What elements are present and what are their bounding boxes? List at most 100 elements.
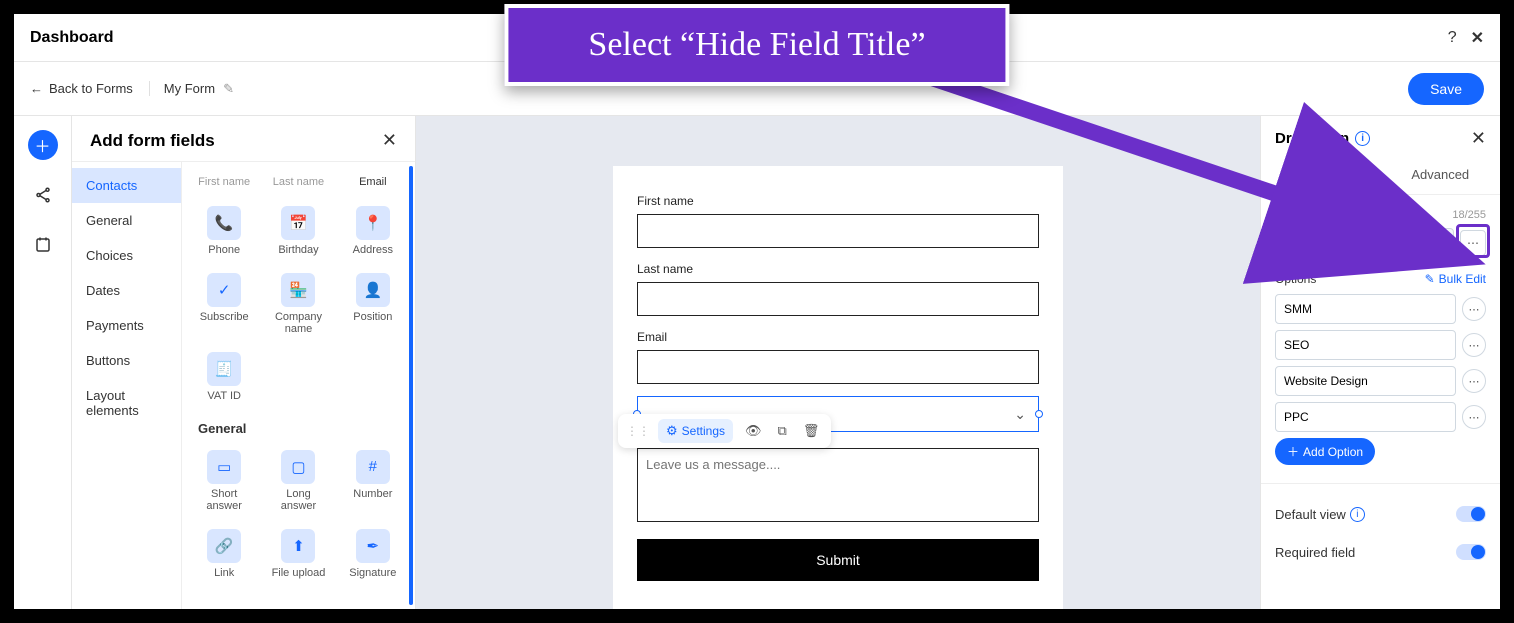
field-company[interactable]: 🏪Company name <box>266 265 330 344</box>
field-signature[interactable]: ✒ Signature <box>341 521 405 588</box>
default-view-toggle[interactable] <box>1456 506 1486 522</box>
form-canvas: First name Last name Email ⌄ Submit <box>416 116 1260 609</box>
chevron-down-icon: ⌄ <box>1014 406 1026 423</box>
submit-button[interactable]: Submit <box>637 539 1039 581</box>
section-general: General <box>192 411 405 442</box>
field-long-answer[interactable]: ▢ Long answer <box>266 442 330 521</box>
category-buttons[interactable]: Buttons <box>72 343 181 378</box>
textarea-message[interactable] <box>637 448 1039 522</box>
resize-handle-right[interactable] <box>1035 410 1043 418</box>
form-preview: First name Last name Email ⌄ Submit <box>613 166 1063 609</box>
back-label: Back to Forms <box>49 81 133 96</box>
info-icon[interactable]: i <box>1350 507 1365 522</box>
upload-icon: ⬆ <box>281 529 315 563</box>
info-icon[interactable]: i <box>1355 131 1370 146</box>
receipt-icon: 🧾 <box>207 352 241 386</box>
field-file-upload[interactable]: ⬆File upload <box>266 521 330 588</box>
check-icon: ✓ <box>207 273 241 307</box>
add-button[interactable]: ＋ <box>28 130 58 160</box>
input-last-name[interactable] <box>637 282 1039 316</box>
share-icon[interactable] <box>28 180 58 210</box>
field-label: Company name <box>268 311 328 336</box>
bulk-edit-link[interactable]: ✎ Bulk Edit <box>1425 272 1486 286</box>
info-icon[interactable]: i <box>1327 207 1342 222</box>
field-categories: Contacts General Choices Dates Payments … <box>72 162 182 609</box>
field-phone[interactable]: 📞Phone <box>192 198 256 265</box>
field-label: VAT ID <box>207 390 241 403</box>
field-title-more-button[interactable]: ⋯ <box>1460 230 1486 256</box>
save-button[interactable]: Save <box>1408 73 1484 105</box>
option-more-button[interactable]: ⋯ <box>1462 369 1486 393</box>
calendar-icon: 📅 <box>281 206 315 240</box>
add-option-label: Add Option <box>1303 445 1363 459</box>
option-more-button[interactable]: ⋯ <box>1462 333 1486 357</box>
plus-icon: ＋ <box>1287 443 1299 460</box>
drag-handle-icon[interactable]: ⋮⋮ <box>626 424 650 438</box>
options-label: Options <box>1275 272 1316 286</box>
pencil-icon[interactable]: ✎ <box>223 81 234 97</box>
category-layout[interactable]: Layout elements <box>72 378 181 428</box>
label-last-name: Last name <box>637 262 1039 276</box>
gear-icon: ⚙ <box>666 423 678 439</box>
field-label: Address <box>353 244 393 257</box>
hint-first-name: First name <box>192 166 256 198</box>
field-label: Long answer <box>268 488 328 513</box>
option-input[interactable] <box>1275 366 1456 396</box>
close-panel-icon[interactable]: ✕ <box>382 130 397 151</box>
properties-title: Dropdown i <box>1275 130 1370 147</box>
close-properties-icon[interactable]: ✕ <box>1471 128 1486 149</box>
category-payments[interactable]: Payments <box>72 308 181 343</box>
field-label: Position <box>353 311 392 324</box>
sidebar-rail: ＋ <box>14 116 72 609</box>
rect-icon: ▭ <box>207 450 241 484</box>
option-input[interactable] <box>1275 402 1456 432</box>
category-contacts[interactable]: Contacts <box>72 168 181 203</box>
hint-last-name: Last name <box>266 166 330 198</box>
element-toolbar: ⋮⋮ ⚙ Settings 👁 ⧉ 🗑 <box>618 414 831 448</box>
close-icon[interactable]: ✕ <box>1471 28 1484 48</box>
form-settings-icon[interactable] <box>28 230 58 260</box>
field-short-answer[interactable]: ▭Short answer <box>192 442 256 521</box>
duplicate-icon[interactable]: ⧉ <box>774 421 791 441</box>
option-input[interactable] <box>1275 294 1456 324</box>
hint-email: Email <box>341 166 405 198</box>
field-address[interactable]: 📍Address <box>341 198 405 265</box>
square-icon: ▢ <box>281 450 315 484</box>
field-link[interactable]: 🔗Link <box>192 521 256 588</box>
back-to-forms-link[interactable]: ← Back to Forms <box>30 81 150 96</box>
scrollbar[interactable] <box>409 166 413 605</box>
field-vatid[interactable]: 🧾 VAT ID <box>192 344 256 411</box>
field-number[interactable]: #Number <box>341 442 405 521</box>
field-label: Phone <box>208 244 240 257</box>
add-fields-panel: Add form fields ✕ Contacts General Choic… <box>72 116 416 609</box>
field-title-input[interactable] <box>1275 228 1454 258</box>
field-palette: First name Last name Email 📞Phone 📅Birth… <box>182 162 415 609</box>
option-more-button[interactable]: ⋯ <box>1462 297 1486 321</box>
default-view-label: Default view <box>1275 507 1346 522</box>
option-input[interactable] <box>1275 330 1456 360</box>
required-field-toggle[interactable] <box>1456 544 1486 560</box>
category-general[interactable]: General <box>72 203 181 238</box>
input-email[interactable] <box>637 350 1039 384</box>
delete-icon[interactable]: 🗑 <box>799 421 824 441</box>
visibility-icon[interactable]: 👁 <box>741 421 766 441</box>
required-field-label: Required field <box>1275 545 1355 560</box>
sign-icon: ✒ <box>356 529 390 563</box>
field-position[interactable]: 👤Position <box>341 265 405 344</box>
tab-general[interactable]: General <box>1261 157 1381 194</box>
field-label: Signature <box>349 567 396 580</box>
option-more-button[interactable]: ⋯ <box>1462 405 1486 429</box>
field-subscribe[interactable]: ✓Subscribe <box>192 265 256 344</box>
app-title: Dashboard <box>30 29 114 47</box>
tab-advanced[interactable]: Advanced <box>1381 157 1501 194</box>
settings-button[interactable]: ⚙ Settings <box>658 419 733 443</box>
field-title-label: Field title <box>1275 208 1323 222</box>
input-first-name[interactable] <box>637 214 1039 248</box>
field-birthday[interactable]: 📅Birthday <box>266 198 330 265</box>
category-dates[interactable]: Dates <box>72 273 181 308</box>
field-label: Link <box>214 567 234 580</box>
add-option-button[interactable]: ＋ Add Option <box>1275 438 1375 465</box>
field-label: Number <box>353 488 392 501</box>
category-choices[interactable]: Choices <box>72 238 181 273</box>
help-icon[interactable]: ? <box>1448 29 1457 47</box>
